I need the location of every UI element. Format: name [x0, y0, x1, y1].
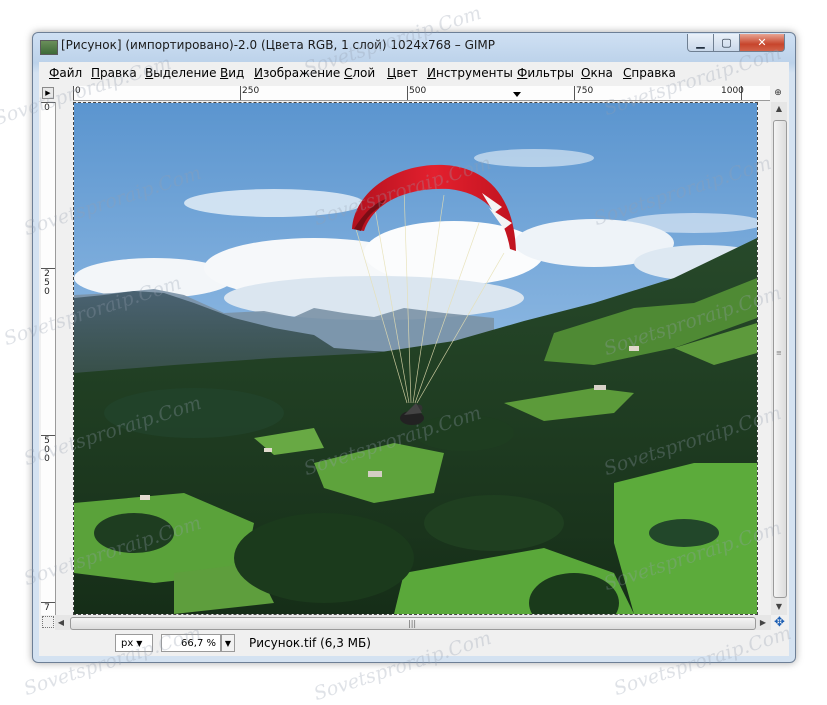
menu-label: кна — [590, 66, 613, 80]
ruler-label: 500 — [44, 436, 50, 464]
paraglider-photo — [74, 103, 757, 614]
ruler-major-tick — [73, 86, 74, 100]
menu-mnemonic: Ц — [387, 66, 397, 80]
menu-layer[interactable]: Слой — [344, 66, 375, 80]
pointer-position-marker-icon — [513, 92, 521, 97]
ruler-major-tick — [407, 86, 408, 100]
ruler-major-tick — [240, 86, 241, 100]
menu-edit[interactable]: Правка — [91, 66, 137, 80]
vertical-scrollbar[interactable]: ▲ ≡ ▼ — [771, 102, 787, 615]
menu-label: ильтры — [527, 66, 574, 80]
zoom-input[interactable]: 66,7 % — [161, 634, 221, 652]
file-info-text: Рисунок.tif (6,3 МБ) — [249, 636, 371, 650]
menu-file[interactable]: Файл — [49, 66, 82, 80]
menu-windows[interactable]: Окна — [581, 66, 613, 80]
window-title: [Рисунок] (импортировано)-2.0 (Цвета RGB… — [61, 38, 496, 52]
menu-label: айл — [59, 66, 83, 80]
close-button[interactable]: ✕ — [739, 34, 785, 52]
menu-mnemonic: Ф — [49, 66, 60, 80]
unit-select[interactable]: px ▼ — [115, 634, 153, 652]
horizontal-scroll-thumb[interactable]: ||| — [70, 617, 756, 630]
zoom-dropdown-button[interactable]: ▼ — [221, 634, 235, 652]
horizontal-scrollbar[interactable]: ◀ ||| ▶ — [55, 615, 771, 630]
menu-filters[interactable]: Фильтры — [517, 66, 574, 80]
ruler-label: 500 — [409, 86, 427, 96]
minimize-button[interactable]: ▁ — [687, 34, 714, 52]
unit-value: px — [121, 637, 134, 649]
menu-mnemonic: И — [427, 66, 436, 80]
scroll-up-icon[interactable]: ▲ — [771, 104, 787, 113]
menu-label: зображение — [262, 66, 341, 80]
menu-label: нструменты — [435, 66, 513, 80]
menu-tools[interactable]: Инструменты — [427, 66, 513, 80]
menu-bar: Файл Правка Выделение Вид Изображение Сл… — [39, 62, 789, 85]
vertical-ruler[interactable]: 0 250 500 7 — [41, 102, 56, 615]
image-canvas[interactable] — [73, 102, 758, 615]
menu-help[interactable]: Справка — [623, 66, 676, 80]
gimp-app-icon[interactable] — [40, 40, 58, 55]
menu-colors[interactable]: Цвет — [387, 66, 418, 80]
quick-mask-icon[interactable] — [42, 616, 54, 628]
ruler-label: 250 — [242, 86, 260, 96]
menu-mnemonic: Ф — [517, 66, 528, 80]
menu-image[interactable]: Изображение — [254, 66, 340, 80]
scroll-right-icon[interactable]: ▶ — [757, 618, 769, 627]
ruler-label: 750 — [576, 86, 594, 96]
image-window-client: ▶ 0 250 500 750 1000 ⊕ 0 250 500 7 ▲ ≡ ▼… — [39, 84, 789, 656]
ruler-label: 250 — [44, 269, 50, 297]
menu-label: ид — [228, 66, 245, 80]
menu-mnemonic: В — [220, 66, 229, 80]
horizontal-ruler[interactable]: 0 250 500 750 1000 — [73, 86, 770, 101]
menu-view[interactable]: Вид — [220, 66, 244, 80]
ruler-label: 7 — [44, 603, 50, 613]
menu-label: лой — [352, 66, 376, 80]
ruler-label: 0 — [75, 86, 81, 96]
menu-select[interactable]: Выделение — [145, 66, 216, 80]
scroll-left-icon[interactable]: ◀ — [55, 618, 67, 627]
menu-mnemonic: П — [91, 66, 101, 80]
chevron-down-icon: ▼ — [136, 638, 143, 648]
ruler-major-tick — [574, 86, 575, 100]
menu-mnemonic: И — [254, 66, 263, 80]
navigation-button-icon[interactable]: ▶ — [42, 87, 54, 99]
scroll-grip-icon: ≡ — [776, 349, 782, 357]
menu-label: равка — [100, 66, 137, 80]
scroll-grip-icon: ||| — [408, 619, 417, 628]
maximize-button[interactable]: ▢ — [713, 34, 740, 52]
ruler-label: 0 — [44, 103, 50, 113]
scroll-down-icon[interactable]: ▼ — [771, 602, 787, 611]
navigate-cross-icon[interactable]: ✥ — [774, 615, 785, 630]
zoom-toggle-icon[interactable]: ⊕ — [772, 87, 784, 99]
menu-label: правка — [631, 66, 676, 80]
menu-mnemonic: В — [145, 66, 154, 80]
vertical-scroll-thumb[interactable]: ≡ — [773, 120, 787, 598]
status-bar: px ▼ 66,7 % ▼ Рисунок.tif (6,3 МБ) — [39, 632, 789, 656]
ruler-label: 1000 — [721, 86, 744, 96]
gimp-window: [Рисунок] (импортировано)-2.0 (Цвета RGB… — [32, 32, 796, 663]
menu-label: вет — [396, 66, 418, 80]
menu-label: ыделение — [153, 66, 217, 80]
title-bar[interactable]: [Рисунок] (импортировано)-2.0 (Цвета RGB… — [33, 33, 795, 59]
